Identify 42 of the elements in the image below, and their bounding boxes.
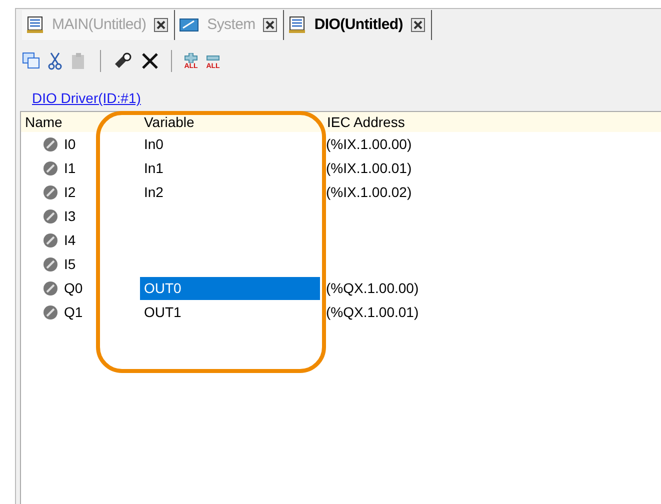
table-cell-text: I4 xyxy=(64,230,76,250)
table-cell: (%IX.1.00.00) xyxy=(326,136,412,152)
table-cell: (%QX.1.00.00) xyxy=(326,280,419,296)
terminal-icon xyxy=(43,280,58,296)
chip-icon xyxy=(26,16,44,34)
minus-icon xyxy=(206,52,220,62)
monitor-icon xyxy=(179,17,200,33)
scissors-icon[interactable] xyxy=(48,52,62,70)
chip-icon xyxy=(288,16,306,34)
table-cell: (%IX.1.00.02) xyxy=(326,184,412,200)
terminal-icon xyxy=(43,232,58,248)
driver-link[interactable]: DIO Driver(ID:#1) xyxy=(32,88,141,109)
table-cell-text: I0 xyxy=(64,134,76,154)
table-cell: (%QX.1.00.01) xyxy=(326,304,419,320)
table-cell-text: I1 xyxy=(64,158,76,178)
close-icon[interactable] xyxy=(263,18,278,32)
stamp-icon[interactable] xyxy=(113,52,133,70)
table-cell-text: OUT1 xyxy=(144,302,182,322)
column-header[interactable]: Variable xyxy=(140,112,319,132)
table-cell-text: I5 xyxy=(64,254,76,274)
table-cell-text: In1 xyxy=(144,158,164,178)
copy-icon[interactable] xyxy=(22,52,40,70)
close-icon[interactable] xyxy=(410,18,425,32)
plus-icon xyxy=(184,52,198,62)
column-header[interactable]: Name xyxy=(21,112,140,132)
column-header[interactable]: IEC Address xyxy=(319,112,405,132)
terminal-icon xyxy=(43,184,58,200)
close-icon[interactable] xyxy=(154,18,168,32)
table-cell-text: In2 xyxy=(144,182,164,202)
terminal-icon xyxy=(43,208,58,224)
table-cell-text: In0 xyxy=(144,134,164,154)
terminal-icon xyxy=(43,136,58,152)
table-cell-text: Q1 xyxy=(64,302,83,322)
table-cell-text: Q0 xyxy=(64,278,83,298)
table-cell: (%IX.1.00.01) xyxy=(326,160,412,176)
table-cell-text: I2 xyxy=(64,182,76,202)
terminal-icon xyxy=(43,256,58,272)
terminal-icon xyxy=(43,304,58,320)
table-cell-text: OUT0 xyxy=(144,278,182,298)
delete-icon[interactable] xyxy=(141,52,159,70)
terminal-icon xyxy=(43,160,58,176)
table-cell-text: I3 xyxy=(64,206,76,226)
